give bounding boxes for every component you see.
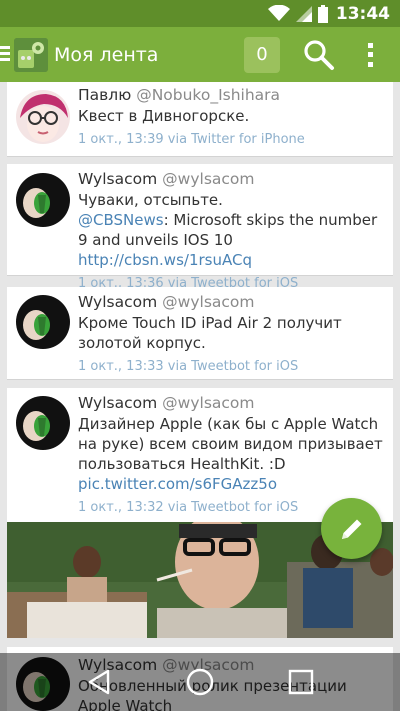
- author-name: Wylsacom: [78, 170, 158, 188]
- url-link[interactable]: http://cbsn.ws/1rsuACq: [78, 251, 252, 269]
- search-icon[interactable]: [302, 38, 336, 72]
- system-navigation-bar: [0, 653, 400, 711]
- author-handle: @wylsacom: [162, 394, 255, 412]
- compose-button[interactable]: [321, 498, 382, 559]
- author-name: Wylsacom: [78, 293, 158, 311]
- author-handle: @wylsacom: [162, 293, 255, 311]
- tweet-text: Кроме Touch ID iPad Air 2 получит золото…: [78, 314, 342, 352]
- mention-link[interactable]: @CBSNews: [78, 211, 164, 229]
- app-bar: Моя лента 0: [0, 27, 400, 82]
- author-handle: @wylsacom: [162, 170, 255, 188]
- tweet-text: Квест в Дивногорске.: [78, 107, 250, 125]
- tweet-meta: 1 окт., 13:39 via Twitter for iPhone: [78, 132, 305, 147]
- tweet-text: Дизайнер Apple (как бы с Apple Watch на …: [78, 414, 385, 494]
- avatar[interactable]: [16, 396, 70, 450]
- author-name: Павлю: [78, 86, 132, 104]
- recents-button[interactable]: [284, 665, 318, 699]
- tweet-meta: 1 окт., 13:33 via Tweetbot for iOS: [78, 359, 299, 374]
- timeline-feed[interactable]: Павлю @Nobuko_Ishihara Квест в Дивногорс…: [0, 82, 400, 711]
- tweet-text-span: Дизайнер Apple (как бы с Apple Watch на …: [78, 415, 383, 473]
- page-title: Моя лента: [54, 43, 159, 66]
- app-logo: [14, 38, 48, 72]
- avatar[interactable]: [16, 173, 70, 227]
- signal-icon: [295, 5, 312, 22]
- avatar[interactable]: [16, 295, 70, 349]
- status-time: 13:44: [335, 3, 390, 24]
- avatar[interactable]: [16, 90, 70, 144]
- tweet-author[interactable]: Павлю @Nobuko_Ishihara: [78, 86, 385, 104]
- tweet-author[interactable]: Wylsacom @wylsacom: [78, 170, 385, 188]
- tweet-author[interactable]: Wylsacom @wylsacom: [78, 293, 385, 311]
- author-handle: @Nobuko_Ishihara: [136, 86, 281, 104]
- wifi-icon: [267, 5, 290, 21]
- pic-link[interactable]: pic.twitter.com/s6FGAzz5o: [78, 475, 277, 493]
- home-button[interactable]: [183, 665, 217, 699]
- tweet-card[interactable]: Wylsacom @wylsacom Чуваки, отсыпьте. @CB…: [7, 164, 393, 291]
- status-bar: 13:44: [0, 0, 400, 27]
- unread-count-badge[interactable]: 0: [244, 36, 280, 73]
- tweet-card[interactable]: Павлю @Nobuko_Ishihara Квест в Дивногорс…: [7, 82, 393, 157]
- home-logo-button[interactable]: [0, 27, 50, 82]
- back-icon: [88, 669, 109, 695]
- back-button[interactable]: [82, 665, 116, 699]
- battery-icon: [317, 4, 328, 23]
- author-name: Wylsacom: [78, 394, 158, 412]
- tweet-card[interactable]: Wylsacom @wylsacom Кроме Touch ID iPad A…: [7, 287, 393, 380]
- overflow-menu-icon[interactable]: [366, 42, 374, 67]
- recents-icon: [289, 669, 314, 695]
- hamburger-icon: [0, 46, 10, 62]
- tweet-text: Чуваки, отсыпьте. @CBSNews: Microsoft sk…: [78, 190, 385, 270]
- home-icon: [186, 668, 214, 696]
- tweet-text-line: Чуваки, отсыпьте.: [78, 191, 223, 209]
- tweet-author[interactable]: Wylsacom @wylsacom: [78, 394, 385, 412]
- pencil-icon: [341, 519, 361, 539]
